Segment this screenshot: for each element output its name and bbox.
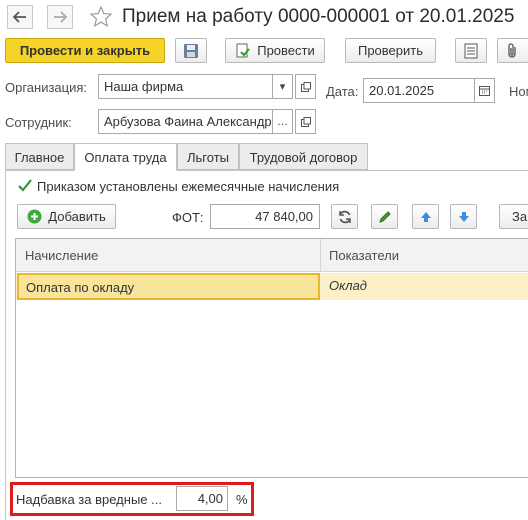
tab-main[interactable]: Главное (5, 143, 74, 170)
page-title: Прием на работу 0000-000001 от 20.01.202… (122, 6, 515, 27)
date-field[interactable]: 20.01.2025 (363, 78, 475, 103)
refresh-icon (338, 210, 351, 223)
employee-select-button[interactable]: … (272, 109, 293, 134)
column-divider (320, 239, 321, 272)
arrow-down-icon (458, 211, 469, 222)
table-row[interactable]: Оплата по окладу Оклад (16, 273, 528, 300)
fot-field[interactable]: 47 840,00 (210, 204, 320, 229)
cell-indicator[interactable]: Оклад (329, 278, 367, 293)
calendar-icon (479, 86, 490, 96)
floppy-disk-icon (184, 43, 198, 58)
favorite-star-icon[interactable] (89, 5, 113, 29)
column-header-accrual[interactable]: Начисление (25, 248, 98, 263)
paperclip-icon (508, 42, 516, 58)
organization-label: Организация: (5, 80, 88, 95)
tab-contract[interactable]: Трудовой договор (239, 143, 368, 170)
cell-accrual[interactable]: Оплата по окладу (17, 273, 320, 300)
fill-button[interactable]: За (499, 204, 528, 229)
attach-button[interactable] (497, 38, 528, 63)
fot-label: ФОТ: (172, 210, 204, 225)
arrow-up-icon (420, 211, 431, 222)
add-button[interactable]: Добавить (17, 204, 116, 229)
move-up-button[interactable] (412, 204, 439, 229)
table-header: Начисление Показатели (16, 239, 528, 272)
move-down-button[interactable] (450, 204, 477, 229)
post-button[interactable]: Провести (225, 38, 325, 63)
open-external-icon (300, 81, 311, 92)
number-label: Ном (509, 84, 528, 99)
hazard-allowance-unit: % (236, 492, 248, 507)
plus-circle-icon (27, 209, 42, 224)
post-button-label: Провести (257, 43, 315, 58)
save-button[interactable] (175, 38, 207, 63)
checkmark-icon (18, 179, 32, 192)
monthly-accruals-label: Приказом установлены ежемесячные начисле… (37, 179, 340, 194)
post-and-close-button[interactable]: Провести и закрыть (5, 38, 165, 63)
hazard-allowance-field[interactable]: 4,00 (176, 486, 228, 511)
employee-field[interactable]: Арбузова Фаина Александр (98, 109, 273, 134)
check-button[interactable]: Проверить (345, 38, 436, 63)
back-button[interactable] (7, 5, 33, 29)
chevron-down-icon: ▾ (279, 81, 286, 93)
open-external-icon (300, 116, 311, 127)
arrow-right-icon (54, 11, 67, 23)
edit-button[interactable] (371, 204, 398, 229)
calendar-button[interactable] (474, 78, 495, 103)
employee-label: Сотрудник: (5, 115, 72, 130)
add-button-label: Добавить (48, 209, 106, 224)
report-button[interactable] (455, 38, 487, 63)
arrow-left-icon (13, 11, 26, 23)
accruals-table: Начисление Показатели Оплата по окладу О… (15, 238, 528, 478)
organization-dropdown-button[interactable]: ▾ (272, 74, 293, 99)
date-label: Дата: (326, 84, 359, 99)
ellipsis-icon: … (277, 115, 288, 128)
organization-field[interactable]: Наша фирма (98, 74, 273, 99)
tab-benefits[interactable]: Льготы (177, 143, 239, 170)
refresh-button[interactable] (331, 204, 358, 229)
forward-button[interactable] (47, 5, 73, 29)
document-list-icon (464, 43, 478, 58)
hazard-allowance-label: Надбавка за вредные ... (16, 492, 162, 507)
organization-open-button[interactable] (295, 74, 316, 99)
post-document-icon (236, 43, 251, 57)
tab-pay[interactable]: Оплата труда (74, 143, 177, 171)
pencil-icon (378, 210, 391, 223)
monthly-accruals-checkbox[interactable] (17, 178, 33, 194)
employee-open-button[interactable] (295, 109, 316, 134)
column-header-indicators[interactable]: Показатели (329, 248, 399, 263)
